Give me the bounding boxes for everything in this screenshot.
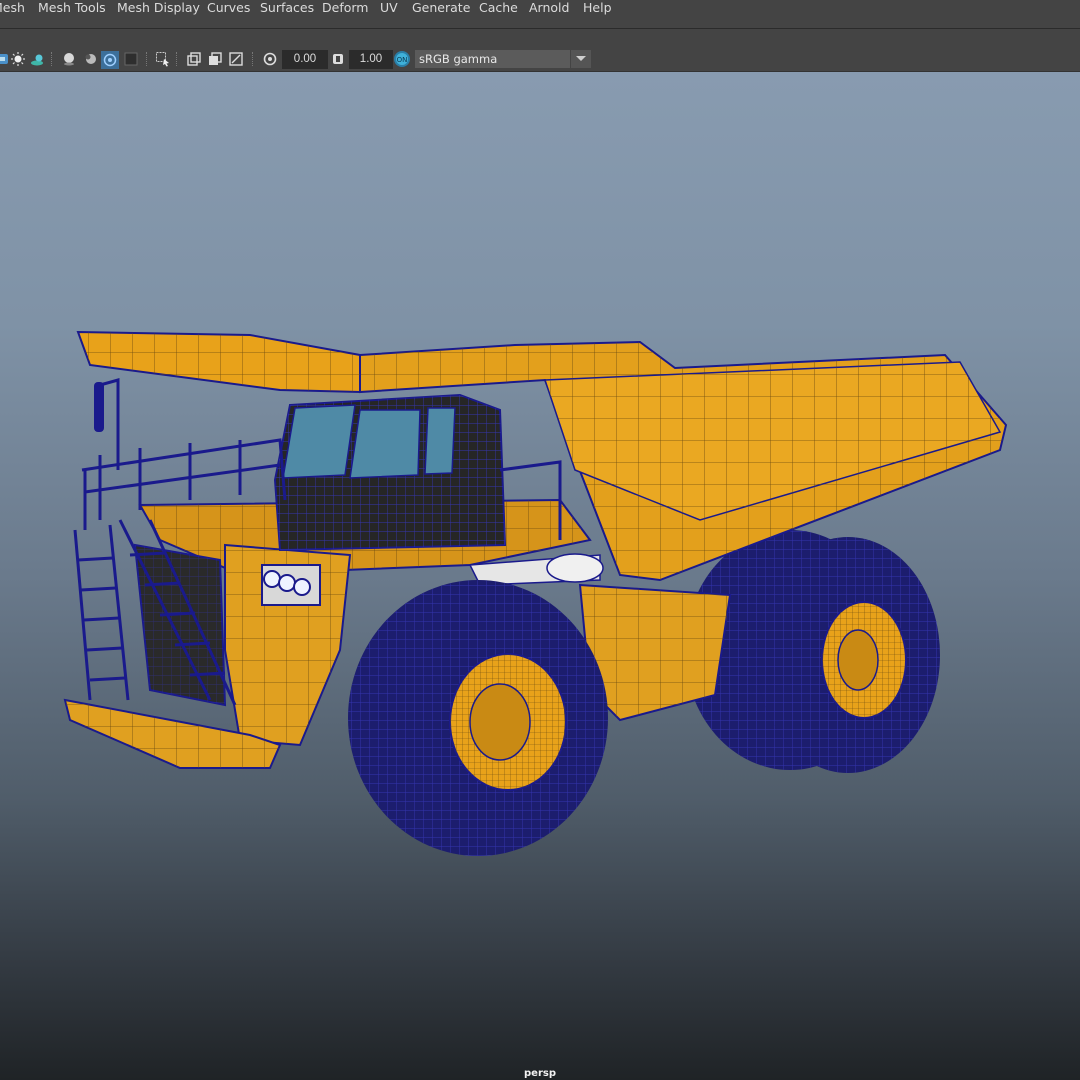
shelf-gap: [0, 29, 1080, 47]
cab-window-center: [349, 409, 421, 479]
light-icon[interactable]: [10, 51, 26, 67]
display-icon[interactable]: [0, 51, 10, 67]
camera-label: persp: [524, 1068, 556, 1079]
svg-text:ON: ON: [397, 56, 408, 64]
viewport-panel[interactable]: persp: [0, 72, 1080, 1080]
select-icon[interactable]: [155, 51, 171, 67]
gamma-field[interactable]: [349, 50, 393, 69]
toolbar-separator: [176, 52, 179, 66]
menu-deform[interactable]: Deform: [322, 0, 368, 18]
menu-cache[interactable]: Cache: [479, 0, 518, 18]
exposure-field[interactable]: [282, 50, 328, 69]
resolution-icon[interactable]: [228, 51, 244, 67]
menu-curves[interactable]: Curves: [207, 0, 250, 18]
mirror-mast: [94, 378, 120, 470]
frame-icon[interactable]: [207, 51, 223, 67]
color-management-icon[interactable]: ON: [393, 50, 410, 67]
dump-truck-model[interactable]: [0, 72, 1080, 1080]
chevron-down-icon[interactable]: [570, 50, 591, 68]
menu-bar: Mesh Mesh Tools Mesh Display Curves Surf…: [0, 0, 1080, 29]
panel-toolbar: ON sRGB gamma: [0, 47, 1080, 72]
menu-help[interactable]: Help: [583, 0, 612, 18]
color-space-dropdown[interactable]: sRGB gamma: [415, 50, 591, 68]
menu-generate[interactable]: Generate: [412, 0, 470, 18]
menu-mesh-tools[interactable]: Mesh Tools: [38, 0, 106, 18]
material-icon[interactable]: [82, 51, 98, 67]
toolbar-separator: [51, 52, 54, 66]
menu-arnold[interactable]: Arnold: [529, 0, 569, 18]
sphere-icon[interactable]: [61, 51, 77, 67]
isolate-icon[interactable]: [101, 51, 119, 69]
operator-cab[interactable]: [273, 393, 507, 552]
front-tire[interactable]: [348, 580, 608, 856]
menu-mesh-display[interactable]: Mesh Display: [117, 0, 200, 18]
gamma-icon[interactable]: [330, 51, 346, 67]
toolbar-separator: [146, 52, 149, 66]
toolbar-separator: [252, 52, 255, 66]
menu-uv[interactable]: UV: [380, 0, 398, 18]
menu-surfaces[interactable]: Surfaces: [260, 0, 314, 18]
headlights: [261, 564, 321, 606]
rear-tire-near[interactable]: [756, 537, 940, 773]
cab-window-right: [424, 407, 456, 475]
grid-icon[interactable]: [123, 51, 139, 67]
camera-icon[interactable]: [186, 51, 202, 67]
color-space-label: sRGB gamma: [419, 52, 498, 66]
exposure-icon[interactable]: [262, 51, 278, 67]
cab-window-left: [282, 404, 356, 479]
radiator-grille: [133, 543, 227, 707]
menu-mesh[interactable]: Mesh: [0, 0, 25, 18]
shadow-icon[interactable]: [29, 51, 45, 67]
